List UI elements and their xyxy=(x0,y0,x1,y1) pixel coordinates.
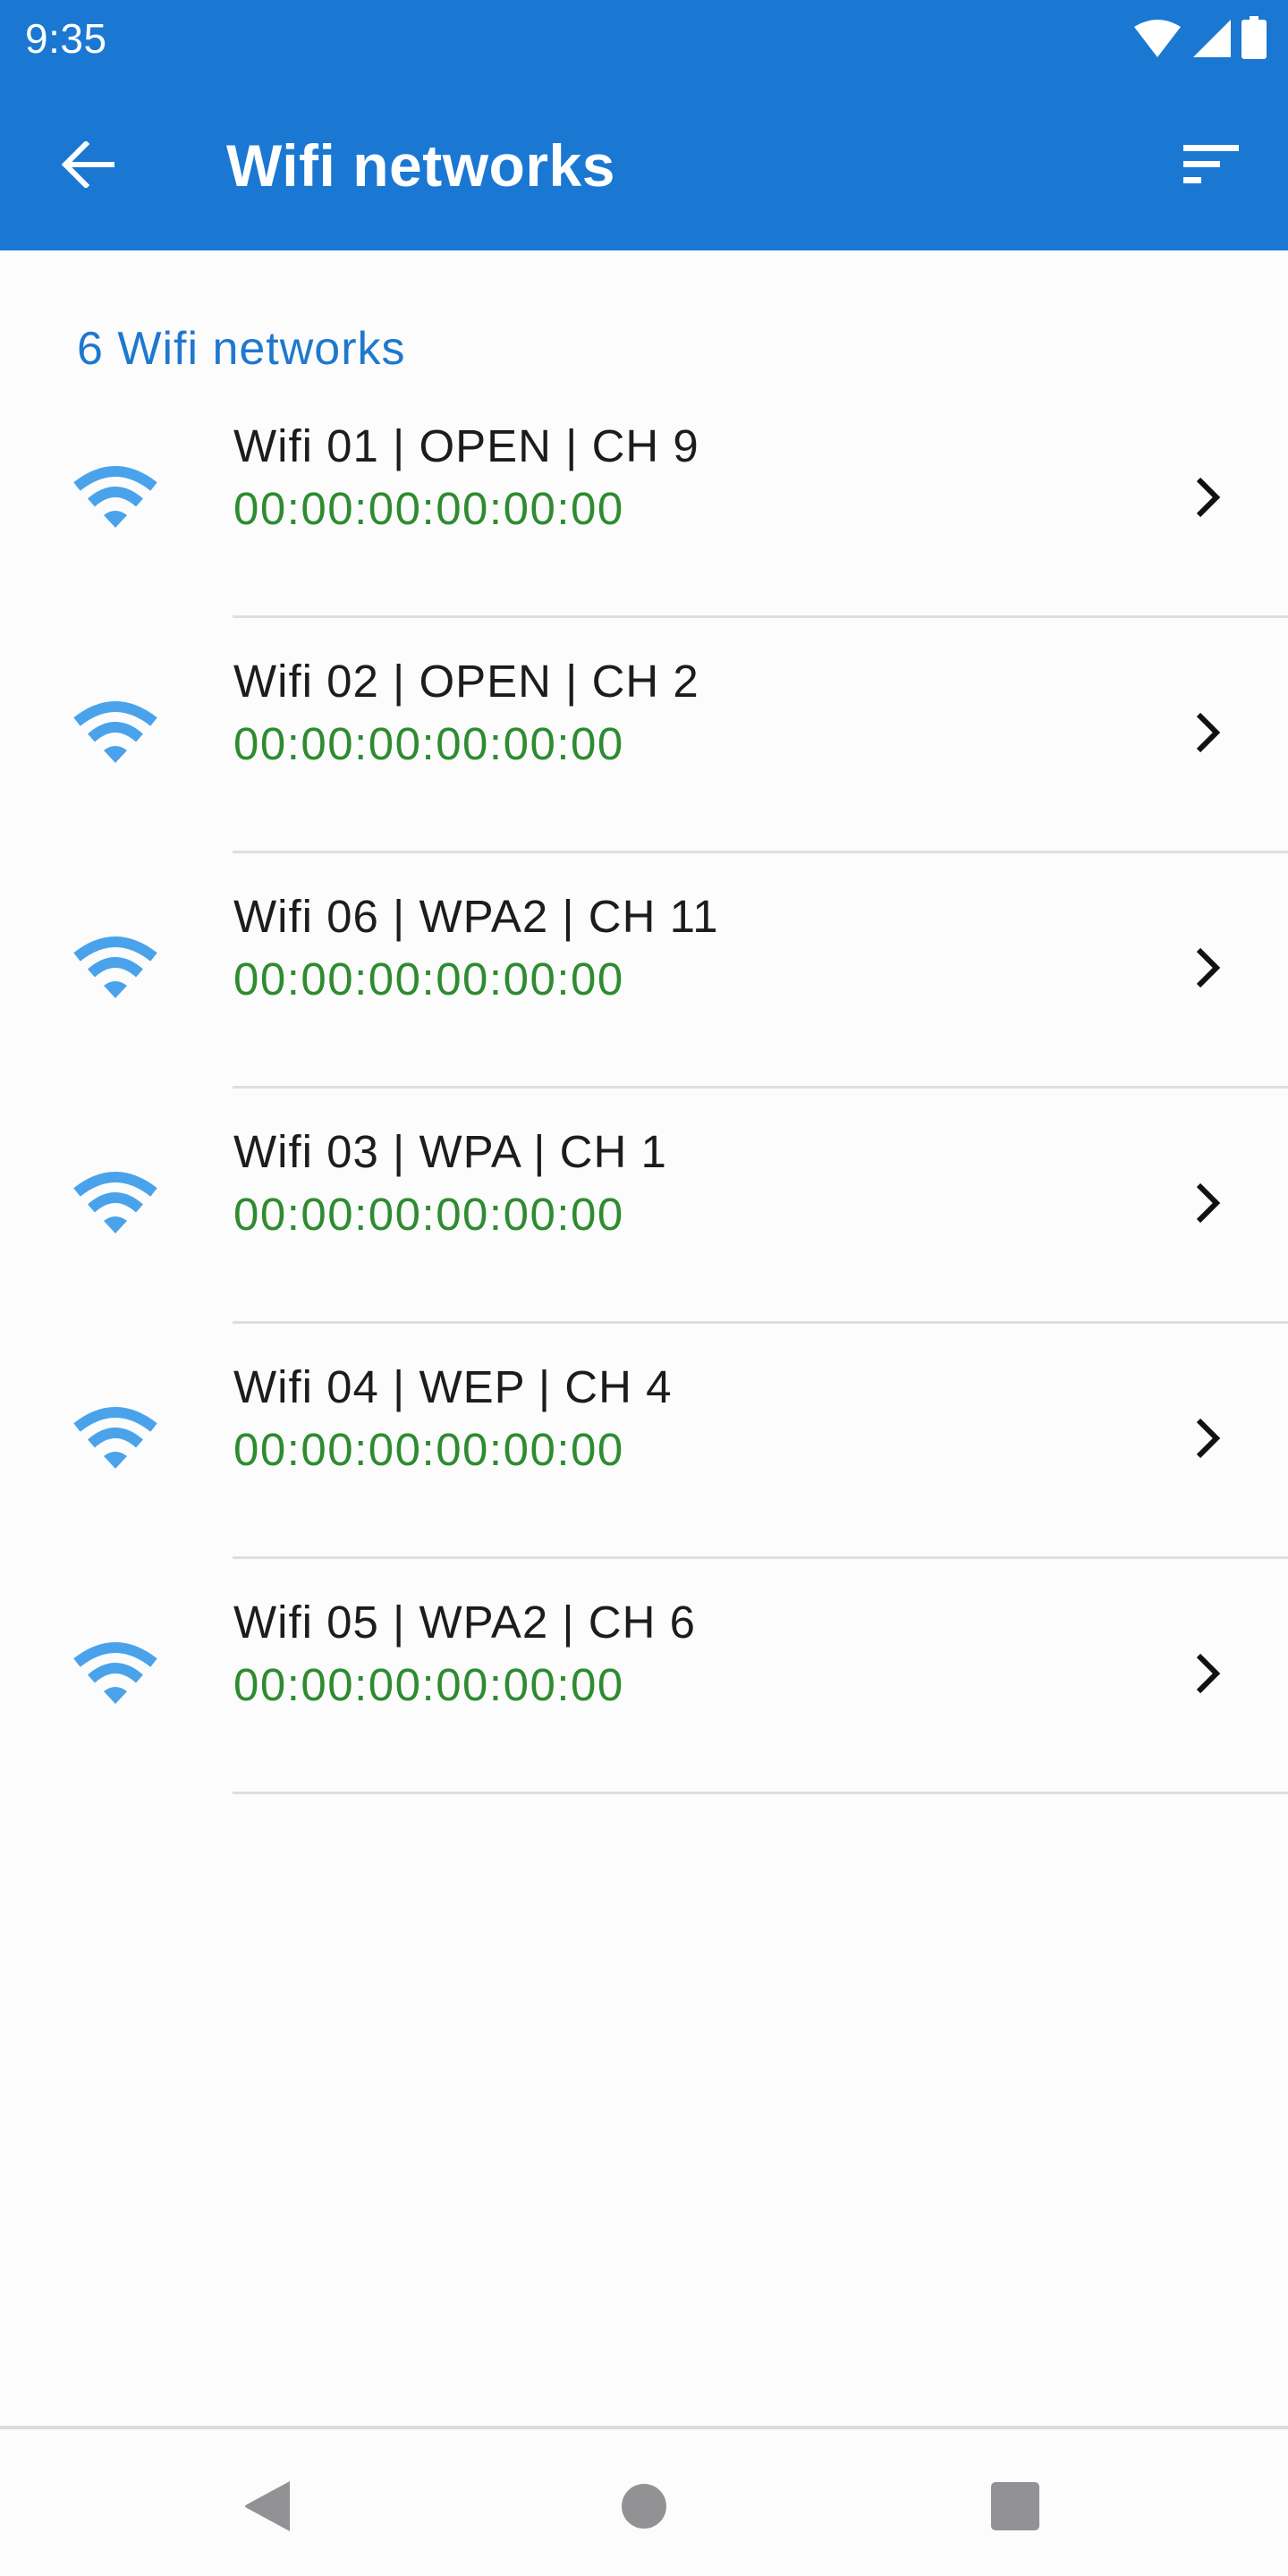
nav-home-icon xyxy=(622,2484,666,2529)
wifi-icon xyxy=(73,936,157,998)
list-header: 6 Wifi networks xyxy=(77,323,406,375)
list-item[interactable]: Wifi 06 | WPA2 | CH 11 00:00:00:00:00:00 xyxy=(0,853,1288,1089)
wifi-icon xyxy=(73,1407,157,1469)
nav-recents-icon xyxy=(991,2482,1039,2530)
nav-back-button[interactable] xyxy=(215,2462,322,2551)
network-title: Wifi 02 | OPEN | CH 2 xyxy=(233,656,699,707)
network-mac: 00:00:00:00:00:00 xyxy=(233,1189,624,1240)
network-mac: 00:00:00:00:00:00 xyxy=(233,1424,624,1475)
list-item[interactable]: Wifi 03 | WPA | CH 1 00:00:00:00:00:00 xyxy=(0,1089,1288,1324)
chevron-right-icon xyxy=(1196,947,1221,988)
network-title: Wifi 01 | OPEN | CH 9 xyxy=(233,420,699,471)
network-mac: 00:00:00:00:00:00 xyxy=(233,483,624,534)
wifi-signal-icon xyxy=(1134,20,1181,57)
nav-divider xyxy=(0,2426,1288,2429)
wifi-icon xyxy=(73,701,157,763)
sort-button[interactable] xyxy=(1172,132,1252,197)
network-title: Wifi 06 | WPA2 | CH 11 xyxy=(233,891,719,942)
battery-icon xyxy=(1241,16,1267,59)
app-bar: 9:35 Wifi networks xyxy=(0,0,1288,250)
nav-home-button[interactable] xyxy=(590,2462,698,2551)
back-button[interactable] xyxy=(55,132,120,197)
network-mac: 00:00:00:00:00:00 xyxy=(233,718,624,769)
network-mac: 00:00:00:00:00:00 xyxy=(233,1659,624,1710)
list-item[interactable]: Wifi 01 | OPEN | CH 9 00:00:00:00:00:00 xyxy=(0,383,1288,618)
list-item[interactable]: Wifi 02 | OPEN | CH 2 00:00:00:00:00:00 xyxy=(0,618,1288,853)
wifi-icon xyxy=(73,1642,157,1704)
page-title: Wifi networks xyxy=(226,132,615,199)
system-nav-bar xyxy=(0,2426,1288,2576)
cellular-signal-icon xyxy=(1193,20,1231,57)
chevron-right-icon xyxy=(1196,1653,1221,1694)
chevron-right-icon xyxy=(1196,1418,1221,1459)
network-mac: 00:00:00:00:00:00 xyxy=(233,953,624,1004)
wifi-icon xyxy=(73,1172,157,1233)
wifi-network-list: Wifi 01 | OPEN | CH 9 00:00:00:00:00:00 … xyxy=(0,383,1288,1794)
chevron-right-icon xyxy=(1196,477,1221,518)
sort-icon xyxy=(1183,145,1239,183)
divider xyxy=(233,1792,1288,1794)
nav-back-icon xyxy=(245,2481,290,2531)
network-title: Wifi 03 | WPA | CH 1 xyxy=(233,1126,667,1177)
arrow-left-icon xyxy=(61,141,114,188)
wifi-icon xyxy=(73,466,157,528)
chevron-right-icon xyxy=(1196,1182,1221,1224)
network-title: Wifi 05 | WPA2 | CH 6 xyxy=(233,1597,696,1648)
status-icons xyxy=(1132,16,1267,59)
network-title: Wifi 04 | WEP | CH 4 xyxy=(233,1361,673,1412)
list-item[interactable]: Wifi 05 | WPA2 | CH 6 00:00:00:00:00:00 xyxy=(0,1559,1288,1794)
list-item[interactable]: Wifi 04 | WEP | CH 4 00:00:00:00:00:00 xyxy=(0,1324,1288,1559)
status-time: 9:35 xyxy=(25,15,107,62)
nav-recents-button[interactable] xyxy=(962,2462,1069,2551)
chevron-right-icon xyxy=(1196,712,1221,753)
